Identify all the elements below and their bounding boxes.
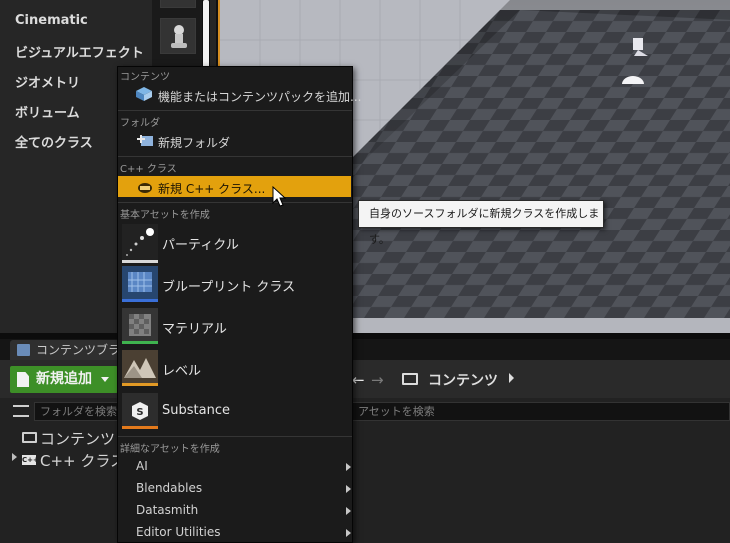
asset-thumbnail-pawn[interactable] [160,18,196,54]
menu-item-new-folder[interactable]: 新規フォルダ [158,134,230,151]
submenu-arrow-icon [346,529,351,537]
menu-section-content: コンテンツ [120,72,170,83]
submenu-arrow-icon [346,485,351,493]
breadcrumb-chevron-icon[interactable] [509,373,514,383]
menu-separator [118,156,352,157]
particle-type-bar [122,260,158,263]
add-new-button[interactable]: 新規追加 [10,366,118,393]
substance-icon: S [122,393,158,429]
menu-item-new-cpp-class[interactable]: 新規 C++ クラス... [158,180,265,197]
submenu-arrow-icon [346,507,351,515]
chevron-down-icon [101,377,109,382]
menu-item-level[interactable]: レベル [162,360,201,379]
svg-text:S: S [136,407,143,418]
content-browser-tab-label: コンテンツブラ [36,343,121,357]
new-folder-icon [137,135,153,146]
category-cinematic[interactable]: Cinematic [15,13,88,28]
menu-item-substance[interactable]: Substance [162,403,230,418]
category-all-classes[interactable]: 全てのクラス [15,132,93,151]
material-icon [122,308,158,344]
menu-section-advanced-assets: 詳細なアセットを作成 [120,444,220,455]
asset-thumbnail[interactable] [160,0,196,8]
submenu-arrow-icon [346,463,351,471]
mouse-cursor-icon [272,186,286,207]
menu-separator [118,202,352,203]
folder-icon [402,373,418,385]
cpp-class-icon: C++ [22,455,39,465]
level-icon [122,350,158,386]
breadcrumb-content[interactable]: コンテンツ [428,370,498,390]
menu-item-particle[interactable]: パーティクル [162,234,239,253]
panel-divider[interactable] [0,333,730,339]
editor-window: Cinematic ビジュアルエフェクト ジオメトリ ボリューム 全てのクラス [0,0,730,543]
menu-item-add-feature-pack[interactable]: 機能またはコンテンツパックを追加... [158,88,361,105]
back-arrow-icon[interactable]: ← [352,371,365,389]
feature-pack-icon [136,87,152,101]
blueprint-type-bar [122,299,158,302]
tree-item-cpp-classes[interactable]: C++ クラス [40,450,125,471]
level-type-bar [122,383,158,386]
new-document-icon [17,372,29,387]
content-browser-icon [17,344,30,356]
menu-section-folder: フォルダ [120,118,160,129]
pawn-icon [171,25,187,48]
asset-search-input[interactable]: アセットを検索 [352,402,730,421]
category-geometry[interactable]: ジオメトリ [15,72,80,91]
content-browser-tab[interactable]: コンテンツブラ [10,340,128,360]
menu-item-datasmith[interactable]: Datasmith [136,503,198,517]
forward-arrow-icon[interactable]: → [371,371,384,389]
tooltip: 自身のソースフォルダに新規クラスを作成します。 [358,200,604,246]
folder-icon [22,432,37,443]
tree-item-content[interactable]: コンテンツ [40,428,115,449]
expand-arrow-icon[interactable] [12,453,17,461]
menu-section-basic-assets: 基本アセットを作成 [120,210,210,221]
category-visual-effects[interactable]: ビジュアルエフェクト [15,42,144,61]
menu-item-blueprint-class[interactable]: ブループリント クラス [162,276,295,295]
menu-separator [118,436,352,437]
menu-section-cpp: C++ クラス [120,164,177,175]
substance-type-bar [122,426,158,429]
add-new-label: 新規追加 [36,371,92,387]
menu-item-ai[interactable]: AI [136,459,148,473]
folder-search-input[interactable]: フォルダを検索 [34,402,118,421]
menu-item-blendables[interactable]: Blendables [136,481,202,495]
particle-system-icon [122,224,158,260]
material-type-bar [122,341,158,344]
menu-separator [118,110,352,111]
menu-item-editor-utilities[interactable]: Editor Utilities [136,525,221,539]
category-volumes[interactable]: ボリューム [15,102,80,121]
blueprint-class-icon [122,266,158,302]
menu-item-material[interactable]: マテリアル [162,318,227,337]
filter-list-icon[interactable] [13,405,29,417]
cpp-class-icon [138,183,152,193]
